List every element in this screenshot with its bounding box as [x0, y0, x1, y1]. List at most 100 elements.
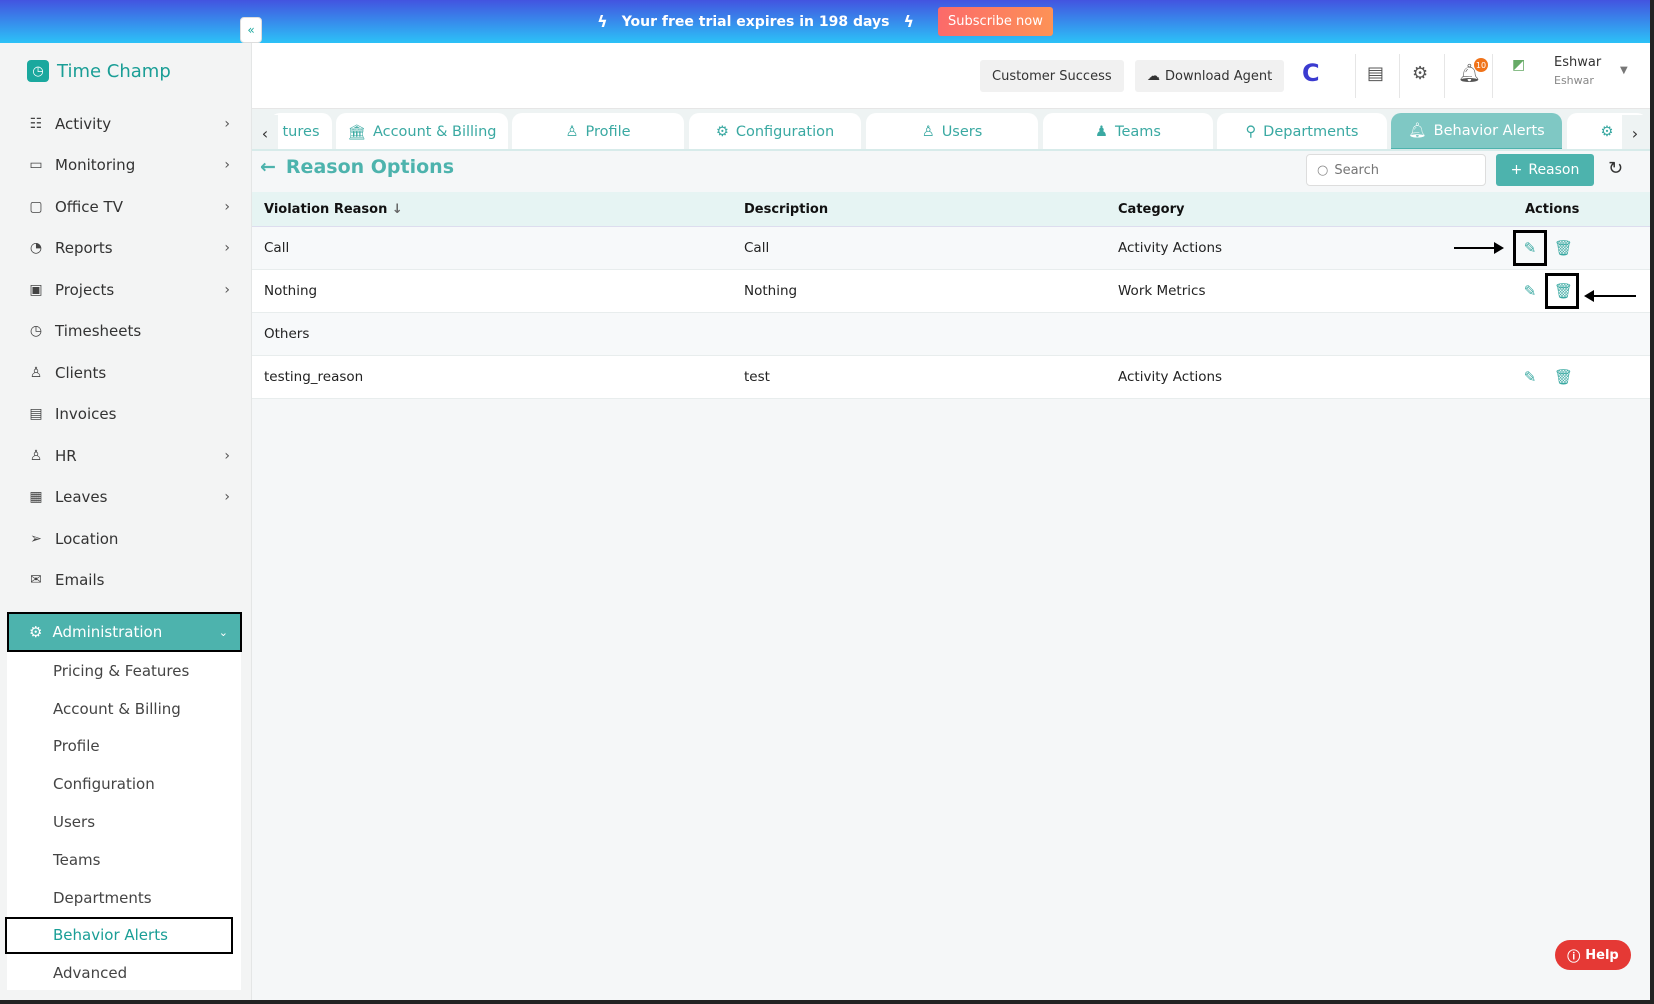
tab-users[interactable]: ♙ Users [866, 113, 1038, 149]
sidebar: ◷ Time Champ ☷ Activity › ▭ Monitoring › ▢ Offic… [0, 43, 252, 1000]
sidebar-item-label: Administration [52, 623, 163, 641]
briefcase-icon: ▣ [29, 281, 43, 298]
cell-description: test [744, 369, 770, 385]
download-agent-button[interactable]: ☁ Download Agent [1135, 60, 1285, 92]
sidebar-item-label: Location [55, 529, 119, 548]
sidebar-item-invoices[interactable]: ▤ Invoices [0, 394, 252, 436]
app-window: ϟ Your free trial expires in 198 days ϟ … [0, 0, 1650, 1000]
submenu-item-profile[interactable]: Profile [7, 728, 241, 766]
page-title-text: Reason Options [285, 156, 454, 178]
submenu-item-departments[interactable]: Departments [7, 879, 241, 917]
sidebar-item-reports[interactable]: ◔ Reports › [0, 228, 252, 270]
trial-text: Your free trial expires in 198 days [621, 13, 890, 30]
chevron-right-icon: › [224, 281, 230, 298]
search-field[interactable] [1334, 162, 1465, 178]
delete-icon[interactable]: 🗑︎ [1554, 368, 1573, 386]
table-row: Call Call Activity Actions ✎ 🗑︎ [252, 227, 1650, 270]
column-header-violation-reason[interactable]: Violation Reason ↓ [264, 202, 403, 217]
caret-down-icon[interactable]: ▼ [1620, 65, 1628, 76]
avatar[interactable]: ◩ [1512, 57, 1525, 73]
calendar-icon: ▦ [29, 489, 43, 506]
submenu-item-account-billing[interactable]: Account & Billing [7, 690, 241, 728]
gear-icon: ⚙ [1600, 124, 1614, 140]
column-header-category: Category [1118, 201, 1185, 217]
submenu-item-users[interactable]: Users [7, 803, 241, 841]
app-name: Time Champ [57, 60, 171, 82]
tab-profile[interactable]: ♙ Profile [512, 113, 684, 149]
download-agent-label: Download Agent [1165, 68, 1273, 84]
subscribe-button[interactable]: Subscribe now [938, 7, 1053, 36]
edit-icon[interactable]: ✎ [1522, 368, 1538, 386]
logo[interactable]: ◷ Time Champ [27, 60, 171, 82]
sidebar-item-office-tv[interactable]: ▢ Office TV › [0, 186, 252, 228]
sidebar-item-activity[interactable]: ☷ Activity › [0, 103, 252, 145]
add-reason-button[interactable]: + Reason [1496, 154, 1594, 186]
tabs-scroll-left-button[interactable]: ‹ [252, 115, 278, 149]
tab-pricing-features[interactable]: tures [270, 113, 332, 149]
team-icon: ♟ [1095, 124, 1109, 140]
sidebar-item-projects[interactable]: ▣ Projects › [0, 269, 252, 311]
sidebar-item-hr[interactable]: ♙ HR › [0, 435, 252, 477]
user-menu[interactable]: Eshwar Eshwar [1554, 55, 1601, 87]
submenu-item-advanced[interactable]: Advanced [7, 954, 241, 992]
sort-down-icon: ↓ [391, 201, 403, 217]
submenu-item-configuration[interactable]: Configuration [7, 765, 241, 803]
sidebar-item-administration[interactable]: ⚙ Administration ⌄ [7, 612, 242, 652]
tab-behavior-alerts[interactable]: 🔔︎ Behavior Alerts [1391, 113, 1562, 149]
tab-departments[interactable]: ⚲ Departments [1217, 113, 1387, 149]
delete-icon[interactable]: 🗑︎ [1554, 239, 1573, 257]
tab-teams[interactable]: ♟ Teams [1043, 113, 1213, 149]
back-arrow-icon[interactable]: ← [260, 156, 276, 178]
annotation-arrowhead [1584, 290, 1594, 302]
search-input[interactable]: ○ [1306, 154, 1486, 186]
admin-submenu: Pricing & Features Account & Billing Profi… [5, 652, 241, 992]
person-icon: ♙ [29, 447, 43, 464]
sidebar-item-label: Clients [55, 363, 107, 382]
tab-account-billing[interactable]: 🏛︎ Account & Billing [336, 113, 508, 149]
tab-label: Behavior Alerts [1433, 122, 1545, 139]
page-title: ← Reason Options [260, 156, 454, 178]
sidebar-item-emails[interactable]: ✉ Emails [0, 560, 252, 602]
chevron-down-icon: ⌄ [218, 625, 228, 639]
sidebar-item-location[interactable]: ➢ Location [0, 518, 252, 560]
cell-category: Activity Actions [1118, 240, 1223, 256]
sidebar-item-clients[interactable]: ♙ Clients [0, 352, 252, 394]
users-icon: ♙ [921, 124, 935, 140]
collapse-sidebar-button[interactable]: « [240, 17, 262, 43]
bank-icon: 🏛︎ [347, 124, 366, 141]
help-button[interactable]: ⓘ Help [1555, 940, 1631, 970]
delete-icon[interactable]: 🗑︎ [1545, 273, 1579, 309]
user-icon: ♙ [565, 124, 579, 140]
chat-beta-icon[interactable]: C [1302, 59, 1320, 87]
submenu-item-teams[interactable]: Teams [7, 841, 241, 879]
edit-icon[interactable]: ✎ [1513, 230, 1547, 266]
tabs-scroll-right-button[interactable]: › [1622, 115, 1648, 149]
submenu-item-pricing-features[interactable]: Pricing & Features [7, 652, 241, 690]
settings-icon[interactable]: ⚙ [1412, 63, 1428, 84]
bell-icon: 🔔︎ [1408, 123, 1427, 139]
table-header: Violation Reason ↓ Description Category … [252, 192, 1650, 227]
sidebar-item-label: HR [55, 446, 77, 465]
sidebar-item-timesheets[interactable]: ◷ Timesheets [0, 311, 252, 353]
header-label: Violation Reason [264, 201, 388, 217]
location-arrow-icon: ➢ [30, 530, 42, 547]
sidebar-item-monitoring[interactable]: ▭ Monitoring › [0, 145, 252, 187]
customer-success-button[interactable]: Customer Success [980, 60, 1124, 92]
refresh-icon[interactable]: ↻ [1608, 158, 1623, 179]
document-icon[interactable]: ▤ [1367, 63, 1384, 84]
chevron-right-icon: › [224, 157, 230, 174]
cell-category: Activity Actions [1118, 369, 1223, 385]
tab-configuration[interactable]: ⚙ Configuration [689, 113, 861, 149]
alarm-icon: ◷ [29, 323, 43, 340]
sidebar-item-leaves[interactable]: ▦ Leaves › [0, 477, 252, 519]
submenu-item-behavior-alerts[interactable]: Behavior Alerts [5, 916, 233, 955]
annotation-arrowhead [1494, 242, 1504, 254]
chevron-right-icon: › [224, 115, 230, 132]
table-row: Others [252, 313, 1650, 356]
cell-reason: testing_reason [264, 369, 364, 385]
cell-description: Nothing [744, 283, 798, 299]
chevron-right-icon: › [224, 240, 230, 257]
user-name: Eshwar [1554, 55, 1602, 70]
sidebar-item-label: Office TV [55, 197, 123, 216]
edit-icon[interactable]: ✎ [1522, 282, 1538, 300]
